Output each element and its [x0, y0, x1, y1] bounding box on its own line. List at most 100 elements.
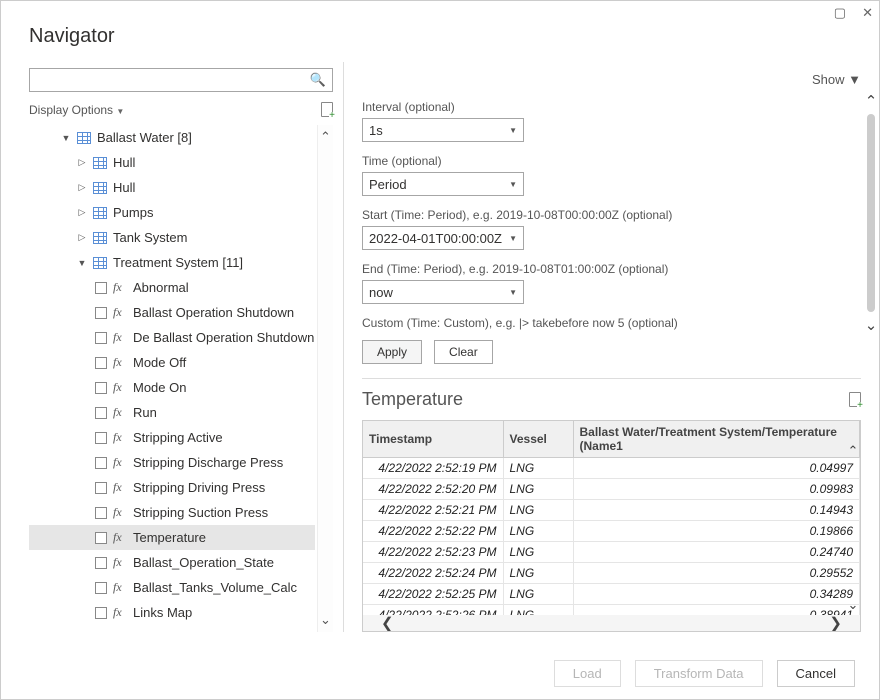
- add-data-icon[interactable]: [849, 392, 861, 407]
- clear-button[interactable]: Clear: [434, 340, 493, 364]
- function-icon: fx: [113, 580, 127, 595]
- col-timestamp[interactable]: Timestamp: [363, 421, 503, 458]
- cell-vessel: LNG: [503, 584, 573, 605]
- tree-item-label: Ballast_Operation_State: [133, 555, 274, 570]
- tree-checkbox[interactable]: [95, 557, 107, 569]
- table-row[interactable]: 4/22/2022 2:52:25 PMLNG0.34289: [363, 584, 860, 605]
- scroll-down-icon[interactable]: ⌄: [848, 597, 859, 613]
- search-input-wrap[interactable]: 🔍: [29, 68, 333, 92]
- tree-item[interactable]: ▷ Tank System: [29, 225, 315, 250]
- tree-checkbox[interactable]: [95, 457, 107, 469]
- time-select[interactable]: Period ▼: [362, 172, 524, 196]
- tree-checkbox[interactable]: [95, 607, 107, 619]
- tree-checkbox[interactable]: [95, 357, 107, 369]
- tree-checkbox[interactable]: [95, 382, 107, 394]
- tree-item[interactable]: fxMode On: [29, 375, 315, 400]
- load-button[interactable]: Load: [554, 660, 621, 687]
- table-row[interactable]: 4/22/2022 2:52:19 PMLNG0.04997: [363, 458, 860, 479]
- chevron-down-icon: ▼: [509, 180, 517, 189]
- cancel-button[interactable]: Cancel: [777, 660, 855, 687]
- table-scrollbar-horizontal[interactable]: ❮ ❯: [363, 615, 860, 631]
- transform-data-button[interactable]: Transform Data: [635, 660, 763, 687]
- tree-expander-icon[interactable]: ▼: [61, 133, 71, 143]
- function-icon: fx: [113, 480, 127, 495]
- end-select[interactable]: now ▼: [362, 280, 524, 304]
- tree-checkbox[interactable]: [95, 532, 107, 544]
- navigator-left-pane: 🔍 Display Options ▼ ▼ Ballast Water [8] ▷ H…: [1, 62, 343, 632]
- scroll-right-icon[interactable]: ❯: [829, 614, 842, 632]
- tree-expander-icon[interactable]: ▼: [77, 258, 87, 268]
- display-options-dropdown[interactable]: Display Options ▼: [29, 103, 124, 117]
- search-icon[interactable]: 🔍: [308, 72, 328, 88]
- tree-item[interactable]: ▷Pumps: [29, 200, 315, 225]
- function-icon: fx: [113, 530, 127, 545]
- cell-timestamp: 4/22/2022 2:52:23 PM: [363, 542, 503, 563]
- tree-item[interactable]: fxStripping Discharge Press: [29, 450, 315, 475]
- table-row[interactable]: 4/22/2022 2:52:24 PMLNG0.29552: [363, 563, 860, 584]
- show-dropdown[interactable]: Show ▼: [812, 72, 861, 87]
- table-row[interactable]: 4/22/2022 2:52:23 PMLNG0.24740: [363, 542, 860, 563]
- maximize-icon[interactable]: ▢: [834, 5, 846, 21]
- right-pane-scrollbar[interactable]: ⌃ ⌄: [863, 88, 879, 338]
- tree-item[interactable]: fxLinks Map: [29, 600, 315, 625]
- tree-item[interactable]: ▷ Hull: [29, 150, 315, 175]
- function-icon: fx: [113, 355, 127, 370]
- col-value[interactable]: Ballast Water/Treatment System/Temperatu…: [573, 421, 860, 458]
- tree-item[interactable]: ▼ Ballast Water [8]: [29, 125, 315, 150]
- tree-checkbox[interactable]: [95, 282, 107, 294]
- tree-expander-icon[interactable]: ▷: [77, 207, 87, 218]
- tree-item[interactable]: fxDe Ballast Operation Shutdown: [29, 325, 315, 350]
- table-scrollbar-vertical[interactable]: ⌃ ⌄: [846, 443, 860, 613]
- tree-item[interactable]: fxStripping Driving Press: [29, 475, 315, 500]
- tree-view[interactable]: ▼Ballast Water [8]▷Hull▷Hull▷Pumps▷Tank …: [29, 125, 333, 632]
- col-vessel[interactable]: Vessel: [503, 421, 573, 458]
- tree-scrollbar[interactable]: ⌃ ⌄: [317, 125, 333, 632]
- tree-checkbox[interactable]: [95, 307, 107, 319]
- tree-item[interactable]: fxAbnormal: [29, 275, 315, 300]
- scroll-up-icon[interactable]: ⌃: [865, 92, 878, 110]
- scroll-up-icon[interactable]: ⌃: [320, 129, 331, 145]
- tree-expander-icon[interactable]: ▷: [77, 157, 87, 168]
- tree-checkbox[interactable]: [95, 407, 107, 419]
- tree-item-label: Hull: [113, 155, 135, 170]
- tree-checkbox[interactable]: [95, 507, 107, 519]
- tree-item[interactable]: fx Mode Off: [29, 350, 315, 375]
- interval-select[interactable]: 1s ▼: [362, 118, 524, 142]
- search-input[interactable]: [34, 70, 308, 90]
- tree-checkbox[interactable]: [95, 332, 107, 344]
- tree-item[interactable]: fxStripping Active: [29, 425, 315, 450]
- tree-item-label: Tank System: [113, 230, 187, 245]
- tree-item[interactable]: fxStripping Suction Press: [29, 500, 315, 525]
- tree-item[interactable]: fxBallast_Tanks_Volume_Calc: [29, 575, 315, 600]
- tree-item[interactable]: fxTemperature: [29, 525, 315, 550]
- tree-checkbox[interactable]: [95, 432, 107, 444]
- tree-checkbox[interactable]: [95, 582, 107, 594]
- tree-item[interactable]: fxBallast Operation Shutdown: [29, 300, 315, 325]
- new-document-icon[interactable]: [321, 102, 333, 117]
- table-row[interactable]: 4/22/2022 2:52:22 PMLNG0.19866: [363, 521, 860, 542]
- tree-item-label: Stripping Discharge Press: [133, 455, 283, 470]
- tree-item[interactable]: ▼Treatment System [11]: [29, 250, 315, 275]
- close-icon[interactable]: ✕: [862, 5, 873, 21]
- table-row[interactable]: 4/22/2022 2:52:20 PMLNG0.09983: [363, 479, 860, 500]
- apply-button[interactable]: Apply: [362, 340, 422, 364]
- start-select[interactable]: 2022-04-01T00:00:00Z ▼: [362, 226, 524, 250]
- tree-checkbox[interactable]: [95, 482, 107, 494]
- tree-item[interactable]: ▷Hull: [29, 175, 315, 200]
- function-icon: fx: [113, 605, 127, 620]
- chevron-down-icon: ▼: [848, 72, 861, 87]
- table-icon: [93, 207, 107, 219]
- tree-item[interactable]: fxBallast_Operation_State: [29, 550, 315, 575]
- tree-item[interactable]: fxRun: [29, 400, 315, 425]
- tree-item-label: Ballast Water [8]: [97, 130, 192, 145]
- tree-expander-icon[interactable]: ▷: [77, 182, 87, 193]
- table-row[interactable]: 4/22/2022 2:52:21 PMLNG0.14943: [363, 500, 860, 521]
- tree-expander-icon[interactable]: ▷: [77, 232, 87, 243]
- scroll-down-icon[interactable]: ⌄: [865, 316, 878, 334]
- scroll-up-icon[interactable]: ⌃: [848, 443, 859, 459]
- cell-timestamp: 4/22/2022 2:52:25 PM: [363, 584, 503, 605]
- scroll-down-icon[interactable]: ⌄: [320, 612, 331, 628]
- scroll-left-icon[interactable]: ❮: [381, 614, 394, 632]
- tree-item-label: Mode Off: [133, 355, 186, 370]
- chevron-down-icon: ▼: [509, 288, 517, 297]
